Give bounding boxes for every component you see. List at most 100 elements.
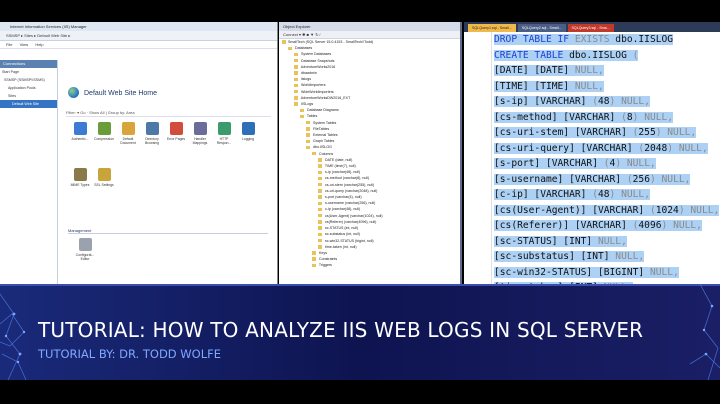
editor-tab[interactable]: SQLQuery2.sql - Small... [517, 24, 566, 32]
iis-section-management: Management [68, 228, 268, 234]
folder-icon [306, 120, 310, 125]
object-explorer-node-label: System Tables [312, 120, 337, 125]
iis-feature-item[interactable]: Handler Mappings [188, 122, 212, 164]
object-explorer-node-label: Keys [318, 250, 327, 255]
feature-icon [121, 122, 135, 135]
feature-label: Handler Mappings [192, 137, 208, 145]
code-line: [TIME] [TIME] NULL, [494, 79, 720, 95]
iis-feature-item[interactable]: Error Pages [164, 122, 188, 164]
feature-label: Configurat... Editor [75, 253, 95, 261]
iis-tree-default-web-site[interactable]: Default Web Site [0, 100, 57, 108]
code-token: ) NULL, [609, 189, 650, 200]
iis-menu-bar: File View Help [0, 41, 277, 49]
code-token: ) NULL, [667, 142, 708, 154]
code-token: NULL, [574, 65, 604, 76]
code-token: [c-ip] [VARCHAR] [494, 189, 593, 200]
code-token: [TIME] [TIME] [494, 80, 575, 92]
object-explorer-node-label: Graph Tables [312, 139, 335, 144]
object-explorer-node-label: Columns [318, 151, 334, 156]
folder-icon [318, 226, 322, 230]
iis-connections-header: Connections [0, 60, 57, 68]
folder-icon [294, 77, 298, 82]
iis-feature-config-editor[interactable]: Configurat... Editor [72, 238, 98, 261]
code-token: ) NULL, [615, 158, 656, 169]
object-explorer-node-label: sc-STATUS (int, null) [324, 226, 359, 231]
code-token: 4096 [638, 220, 662, 231]
feature-label: Error Pages [166, 137, 186, 141]
object-explorer-toolbar[interactable]: Connect ▾ ✱ ■ ▼ ↻ ⁄ [279, 31, 460, 39]
code-token: [sc-substatus] [INT] [494, 251, 616, 262]
editor-tab[interactable]: SQLQuery1.sql - Small... [468, 24, 516, 32]
editor-tab[interactable]: SQLQuery3.sql - Sma... [567, 24, 614, 32]
iis-menu-view[interactable]: View [20, 42, 29, 47]
code-token: 1024 [655, 204, 679, 216]
iis-home-title: Default Web Site Home [84, 90, 158, 97]
object-explorer-node-label: System Databases [300, 52, 332, 57]
folder-icon [294, 83, 298, 88]
iis-feature-item[interactable]: Default Document [116, 122, 140, 164]
code-line: [s-ip] [VARCHAR] (48) NULL, [494, 94, 720, 110]
iis-tree-server[interactable]: SSMSP (SSMSP\\SSMS) [0, 76, 57, 84]
folder-icon [312, 251, 316, 255]
iis-filter-bar[interactable]: Filter: ▾ Go · Show All | Group by: Area [66, 108, 271, 117]
iis-feature-item[interactable]: HTTP Respon... [212, 122, 236, 164]
object-explorer-node-label: time-taken (int, null) [324, 244, 357, 249]
folder-icon [294, 102, 298, 106]
iis-feature-item[interactable]: Authentic... [68, 122, 92, 164]
code-token: [cs(User-Agent)] [VARCHAR] [494, 204, 650, 216]
code-token: dbo.IISLOG [609, 34, 674, 45]
object-explorer-node-label: AdventureWorksDW2016_EXT [300, 95, 351, 100]
feature-label: HTTP Respon... [216, 137, 232, 145]
object-explorer-node-label: cs-uri-query (varchar(2048), null) [324, 188, 378, 193]
code-token: [s-username] [VARCHAR] [494, 173, 627, 185]
folder-icon [318, 158, 322, 162]
iis-menu-file[interactable]: File [6, 42, 12, 47]
feature-label: Authentic... [71, 137, 89, 141]
feature-icon [97, 122, 111, 135]
folder-icon [306, 139, 310, 144]
code-token: ) NULL, [649, 173, 691, 185]
object-explorer-node-label: Tables [306, 114, 318, 119]
iis-tree-start-page[interactable]: Start Page [0, 68, 57, 76]
folder-icon [306, 127, 310, 131]
code-token: 256 [632, 173, 650, 185]
iis-feature-item[interactable]: SSL Settings [92, 168, 116, 210]
code-line: [s-username] [VARCHAR] (256) NULL, [494, 172, 720, 188]
editor-tab-strip: SQLQuery1.sql - Small... SQLQuery2.sql - … [464, 22, 720, 32]
banner-subtitle: TUTORIAL BY: DR. TODD WOLFE [38, 347, 222, 361]
feature-icon [169, 122, 183, 135]
iis-tree-sites[interactable]: Sites [0, 92, 57, 100]
folder-icon [288, 46, 292, 50]
iis-window-title: Internet Information Services (IIS) Mana… [0, 22, 277, 31]
object-explorer-node-label: Constraints [318, 257, 338, 262]
code-area[interactable]: DROP TABLE IF EXISTS dbo.IISLOG CREATE TA… [494, 32, 720, 284]
code-line: [cs-method] [VARCHAR] (8) NULL, [494, 110, 720, 126]
iis-manager-window: Internet Information Services (IIS) Mana… [0, 22, 278, 284]
code-line: CREATE TABLE dbo.IISLOG ( [494, 48, 720, 64]
code-line: [cs-uri-stem] [VARCHAR] (255) NULL, [494, 125, 720, 141]
banner-title: TUTORIAL: HOW TO ANALYZE IIS WEB LOGS IN… [38, 318, 644, 342]
code-token: [DATE] [DATE] [494, 65, 575, 76]
iis-address-bar[interactable]: SSMSP ▸ Sites ▸ Default Web Site ▸ [0, 31, 277, 41]
code-token: EXISTS [574, 34, 610, 45]
object-explorer-node[interactable]: Triggers [279, 262, 460, 268]
code-line: [sc-substatus] [INT] NULL, [494, 249, 720, 265]
iis-feature-item[interactable]: MIME Types [68, 168, 92, 210]
iis-feature-item[interactable]: Logging [236, 122, 260, 164]
query-editor[interactable]: SQLQuery1.sql - Small... SQLQuery2.sql - … [464, 22, 720, 284]
object-explorer-node-label: Triggers [318, 263, 332, 268]
iis-feature-item[interactable]: Compression [92, 122, 116, 164]
iis-feature-item[interactable]: Directory Browsing [140, 122, 164, 164]
iis-menu-help[interactable]: Help [35, 42, 43, 47]
code-token: 2048 [644, 142, 668, 154]
object-explorer-node-label: s-username (varchar(256), null) [324, 201, 376, 206]
folder-icon [318, 238, 322, 243]
iis-tree-app-pools[interactable]: Application Pools [0, 84, 57, 92]
object-explorer-node-label: DATE (date, null) [324, 157, 353, 162]
code-token: CREATE TABLE [494, 49, 570, 61]
folder-icon [294, 71, 298, 75]
object-explorer-node-label: WideWorldImporters [300, 89, 334, 94]
object-explorer-node-label: sc-substatus (int, null) [324, 232, 360, 237]
folder-icon [294, 89, 298, 94]
code-token: [cs(Referer)] [VARCHAR] [494, 220, 633, 231]
